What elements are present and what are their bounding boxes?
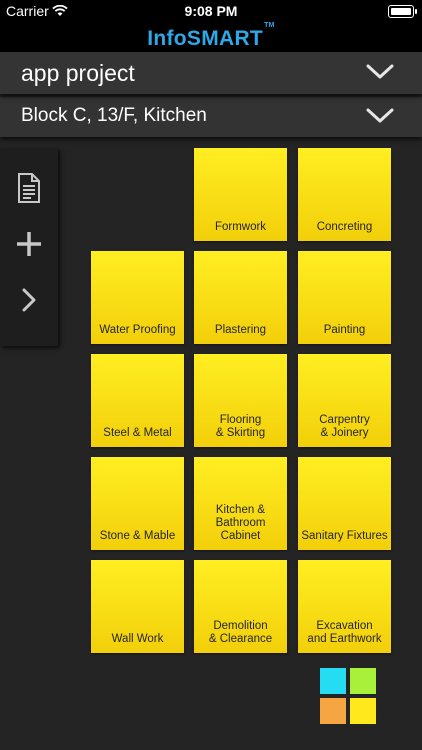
tile-stone-mable[interactable]: Stone & Mable [91, 457, 184, 550]
location-dropdown[interactable]: Block C, 13/F, Kitchen [0, 97, 422, 137]
tile-sanitary-fixtures[interactable]: Sanitary Fixtures [298, 457, 391, 550]
tile-plastering[interactable]: Plastering [194, 251, 287, 344]
tile-painting[interactable]: Painting [298, 251, 391, 344]
green-square [350, 668, 376, 694]
cyan-square [320, 668, 346, 694]
tile-kitchen-bathroom-cabinet[interactable]: Kitchen & Bathroom Cabinet [194, 457, 287, 550]
tile-excavation-earthwork[interactable]: Excavation and Earthwork [298, 560, 391, 653]
tile-flooring-skirting[interactable]: Flooring & Skirting [194, 354, 287, 447]
status-bar: Carrier 9:08 PM [0, 0, 422, 24]
document-icon [17, 172, 41, 208]
tile-steel-metal[interactable]: Steel & Metal [91, 354, 184, 447]
location-name: Block C, 13/F, Kitchen [21, 105, 207, 126]
side-toolbar [0, 148, 58, 346]
tile-water-proofing[interactable]: Water Proofing [91, 251, 184, 344]
yellow-square [350, 698, 376, 724]
project-name: app project [21, 60, 135, 86]
tile-demolition-clearance[interactable]: Demolition & Clearance [194, 560, 287, 653]
trademark-mark: TM [264, 22, 275, 29]
project-dropdown[interactable]: app project [0, 52, 422, 94]
add-icon [16, 231, 42, 262]
color-squares-logo-icon[interactable] [320, 668, 376, 724]
tile-wall-work[interactable]: Wall Work [91, 560, 184, 653]
battery-icon [388, 5, 417, 18]
app-logo-text: InfoSMARTTM [147, 22, 275, 50]
document-button[interactable] [0, 168, 58, 212]
orange-square [320, 698, 346, 724]
tile-formwork[interactable]: Formwork [194, 148, 287, 241]
brand-bar: InfoSMARTTM [0, 22, 422, 52]
chevron-right-icon [21, 288, 37, 317]
chevron-down-icon[interactable] [366, 63, 394, 86]
tile-concreting[interactable]: Concreting [298, 148, 391, 241]
clock: 9:08 PM [184, 3, 238, 19]
add-button[interactable] [0, 224, 58, 268]
expand-button[interactable] [0, 280, 58, 324]
chevron-down-icon[interactable] [366, 107, 394, 130]
tile-carpentry-joinery[interactable]: Carpentry & Joinery [298, 354, 391, 447]
